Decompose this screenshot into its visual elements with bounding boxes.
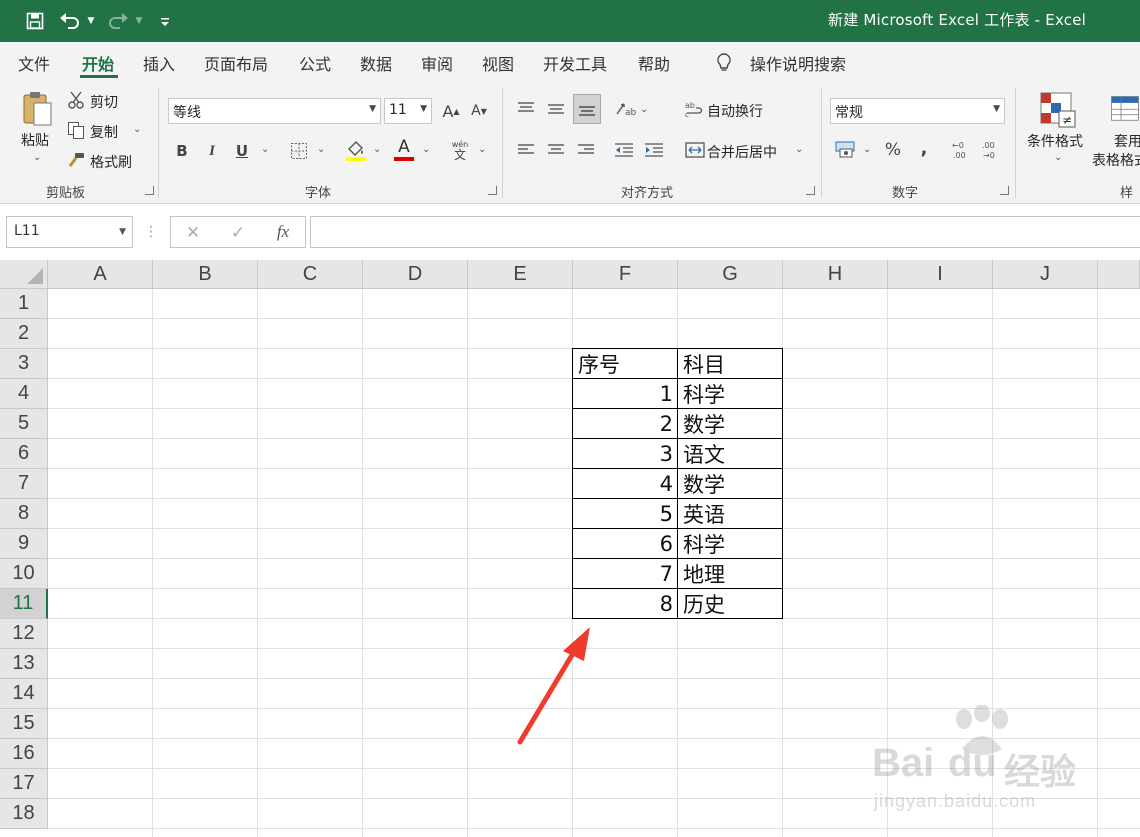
watermark-brand: Bai <box>872 741 935 785</box>
watermark-url: jingyan.baidu.com <box>874 791 1037 811</box>
watermark-brand-2: du <box>948 741 997 785</box>
watermark-cn: 经验 <box>1004 751 1077 792</box>
red-arrow-icon <box>517 627 590 745</box>
baidu-watermark: Bai du 经验 jingyan.baidu.com <box>872 705 1112 815</box>
